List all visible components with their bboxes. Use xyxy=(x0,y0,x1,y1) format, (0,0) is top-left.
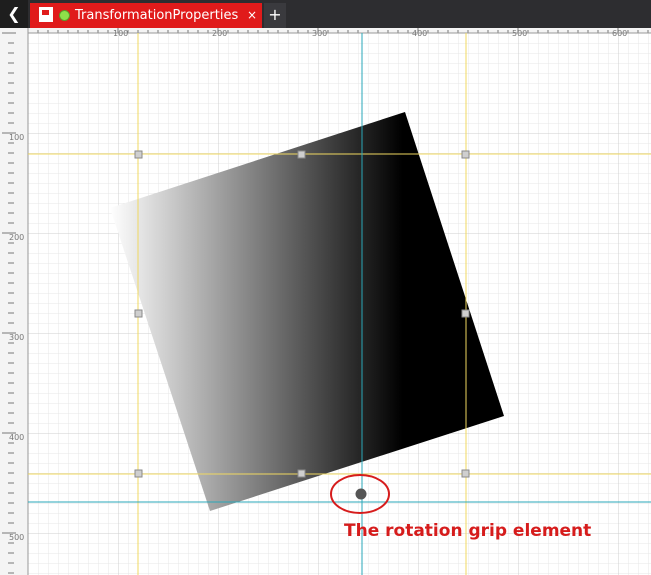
rotation-grip[interactable] xyxy=(355,488,367,500)
canvas-surface[interactable]: 100 200 300 400 500 600 100 200 300 400 … xyxy=(0,28,651,575)
tab-bar: ❮ TransformationProperties × + xyxy=(0,0,651,28)
ruler-label-600: 600 xyxy=(612,29,627,38)
tab-transformation-properties[interactable]: TransformationProperties × xyxy=(30,3,262,28)
back-button[interactable]: ❮ xyxy=(0,0,28,28)
resize-handle-top[interactable] xyxy=(297,150,306,159)
ruler-label-v500: 500 xyxy=(9,533,24,542)
add-tab-button[interactable]: + xyxy=(264,3,286,28)
close-tab-button[interactable]: × xyxy=(247,3,257,28)
ruler-label-100: 100 xyxy=(113,29,128,38)
rotation-grip-annotation: The rotation grip element xyxy=(344,521,592,541)
ruler-label-200: 200 xyxy=(212,29,227,38)
resize-handle-top-right[interactable] xyxy=(461,150,470,159)
resize-handle-right[interactable] xyxy=(461,309,470,318)
resize-handle-left[interactable] xyxy=(134,309,143,318)
tab-title: TransformationProperties xyxy=(75,8,239,23)
ruler-label-300: 300 xyxy=(312,29,327,38)
ruler-label-v100: 100 xyxy=(9,133,24,142)
status-dot-icon xyxy=(59,10,70,21)
ruler-label-v300: 300 xyxy=(9,333,24,342)
ruler-label-v400: 400 xyxy=(9,433,24,442)
ruler-label-500: 500 xyxy=(512,29,527,38)
resize-handle-bottom-left[interactable] xyxy=(134,469,143,478)
ruler-label-400: 400 xyxy=(412,29,427,38)
resize-handle-bottom-right[interactable] xyxy=(461,469,470,478)
ruler-label-v200: 200 xyxy=(9,233,24,242)
resize-handle-bottom[interactable] xyxy=(297,469,306,478)
resize-handle-top-left[interactable] xyxy=(134,150,143,159)
chevron-left-icon: ❮ xyxy=(7,4,21,23)
document-icon xyxy=(39,7,53,22)
design-canvas[interactable]: 100 200 300 400 500 600 100 200 300 400 … xyxy=(0,28,651,575)
